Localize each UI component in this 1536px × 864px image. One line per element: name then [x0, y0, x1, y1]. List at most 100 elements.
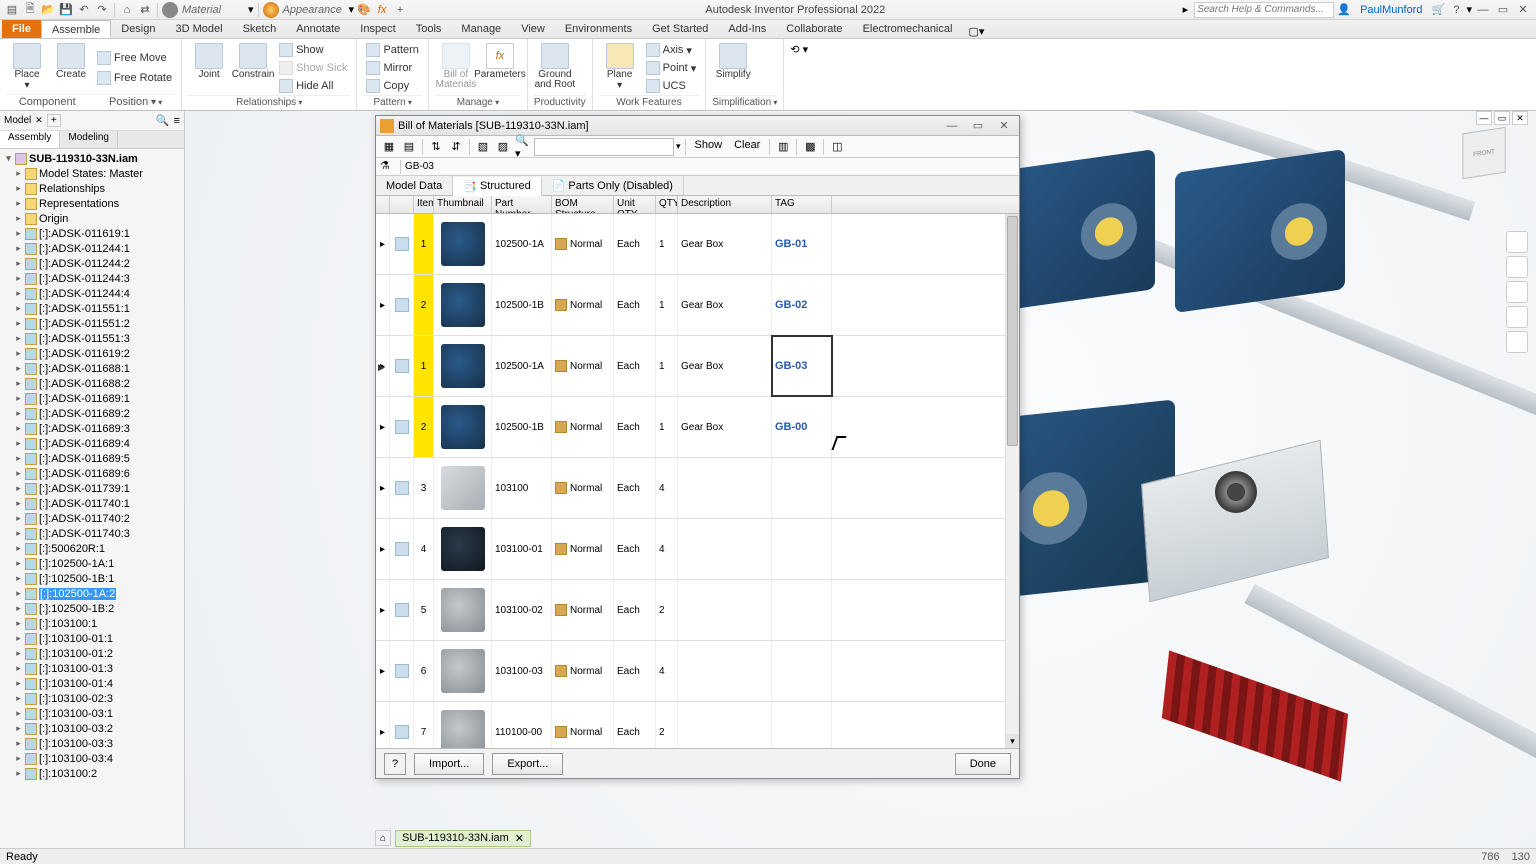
- document-tab[interactable]: SUB-119310-33N.iam✕: [395, 830, 531, 847]
- cell-description[interactable]: [678, 519, 772, 579]
- browser-mode-modeling[interactable]: Modeling: [60, 131, 118, 148]
- team-icon[interactable]: ⇄: [137, 2, 153, 18]
- cell-tag[interactable]: [772, 580, 832, 640]
- tree-node[interactable]: ▸[:]:ADSK-011740:2: [0, 511, 184, 526]
- cell-description[interactable]: [678, 641, 772, 701]
- open-icon[interactable]: 📂: [40, 2, 56, 18]
- row-expand-icon[interactable]: ▸: [376, 519, 390, 579]
- simplify-button[interactable]: Simplify: [712, 41, 754, 95]
- appearance-dropdown[interactable]: Appearance: [283, 4, 343, 16]
- cell-partnumber[interactable]: 102500-1A: [492, 214, 552, 274]
- bom-row[interactable]: ▸ 2 102500-1B Normal Each 1 Gear Box GB-…: [376, 275, 1005, 336]
- tree-node[interactable]: ▸[:]:102500-1B:2: [0, 601, 184, 616]
- tree-node[interactable]: ▸[:]:103100-01:4: [0, 676, 184, 691]
- bom-combo[interactable]: [534, 138, 674, 156]
- tree-node[interactable]: ▸[:]:500620R:1: [0, 541, 184, 556]
- row-expand-icon[interactable]: ▸: [376, 702, 390, 748]
- cell-item[interactable]: 1: [414, 214, 434, 274]
- tab-annotate[interactable]: Annotate: [286, 20, 350, 38]
- cell-tag[interactable]: GB-01: [772, 214, 832, 274]
- row-expand-icon[interactable]: ▸: [376, 214, 390, 274]
- tree-node[interactable]: ▸[:]:ADSK-011244:1: [0, 241, 184, 256]
- bom-button[interactable]: Bill of Materials: [435, 41, 477, 95]
- tab-design[interactable]: Design: [111, 20, 165, 38]
- bom-row[interactable]: ▸ 3 103100 Normal Each 4: [376, 458, 1005, 519]
- joint-button[interactable]: Joint: [188, 41, 230, 95]
- cell-bomstructure[interactable]: Normal: [552, 519, 614, 579]
- bom-find-icon[interactable]: 🔍▾: [514, 138, 532, 156]
- cell-item[interactable]: 4: [414, 519, 434, 579]
- material-icon[interactable]: [162, 2, 178, 18]
- save-icon[interactable]: 💾: [58, 2, 74, 18]
- cell-bomstructure[interactable]: Normal: [552, 397, 614, 457]
- row-expand-icon[interactable]: ▸: [376, 275, 390, 335]
- tree-node[interactable]: ▸[:]:ADSK-011688:1: [0, 361, 184, 376]
- user-icon[interactable]: 👤: [1336, 2, 1352, 18]
- tree-node[interactable]: ▸[:]:ADSK-011551:1: [0, 301, 184, 316]
- new-icon[interactable]: 🗎: [22, 2, 38, 18]
- bom-sort-asc-icon[interactable]: ⇅: [427, 138, 445, 156]
- tree-node[interactable]: ▸[:]:ADSK-011619:2: [0, 346, 184, 361]
- viewport[interactable]: — ▭ ✕ FRONT Bill of Materials [SUB-11931…: [185, 111, 1536, 848]
- col-item[interactable]: Item: [414, 196, 434, 213]
- help-icon[interactable]: ?: [1448, 2, 1464, 18]
- constrain-button[interactable]: Constrain: [232, 41, 274, 95]
- cell-bomstructure[interactable]: Normal: [552, 214, 614, 274]
- cell-description[interactable]: Gear Box: [678, 336, 772, 396]
- tree-node[interactable]: ▸[:]:ADSK-011689:1: [0, 391, 184, 406]
- col-thumbnail[interactable]: Thumbnail: [434, 196, 492, 213]
- cell-unitqty[interactable]: Each: [614, 458, 656, 518]
- bom-tab-partsonly[interactable]: 📄Parts Only (Disabled): [542, 176, 684, 195]
- minimize-button[interactable]: —: [1474, 4, 1492, 16]
- show-button[interactable]: Show: [276, 41, 350, 59]
- row-expand-icon[interactable]: ▸: [376, 397, 390, 457]
- bom-scrollbar[interactable]: ▴ ▾: [1005, 214, 1019, 748]
- nav-pan-icon[interactable]: [1506, 256, 1528, 278]
- mirror-button[interactable]: Mirror: [363, 59, 421, 77]
- col-partnumber[interactable]: Part Number: [492, 196, 552, 213]
- bom-import-button[interactable]: Import...: [414, 753, 484, 775]
- cart-icon[interactable]: 🛒: [1430, 2, 1446, 18]
- fx-icon[interactable]: fx: [374, 2, 390, 18]
- tree-node[interactable]: ▸[:]:103100-03:4: [0, 751, 184, 766]
- cell-qty[interactable]: 1: [656, 275, 678, 335]
- cell-item[interactable]: 7: [414, 702, 434, 748]
- model-tree[interactable]: ▾SUB-119310-33N.iam▸Model States: Master…: [0, 149, 184, 848]
- doc-close-icon[interactable]: ✕: [515, 832, 524, 845]
- bom-maximize-button[interactable]: ▭: [967, 119, 989, 132]
- col-description[interactable]: Description: [678, 196, 772, 213]
- bom-help-button[interactable]: ?: [384, 753, 406, 775]
- bom-tab-structured[interactable]: 📑Structured: [453, 177, 541, 196]
- tree-root[interactable]: ▾SUB-119310-33N.iam: [0, 151, 184, 166]
- tree-folder[interactable]: ▸Representations: [0, 196, 184, 211]
- tree-node[interactable]: ▸[:]:103100-03:2: [0, 721, 184, 736]
- create-button[interactable]: Create: [50, 41, 92, 94]
- col-bomstructure[interactable]: BOM Structure: [552, 196, 614, 213]
- cell-partnumber[interactable]: 102500-1B: [492, 275, 552, 335]
- tree-node[interactable]: ▸[:]:ADSK-011689:4: [0, 436, 184, 451]
- place-button[interactable]: Place▾: [6, 41, 48, 94]
- bom-filter-value[interactable]: GB-03: [405, 161, 434, 172]
- panel-manage-label[interactable]: Manage: [435, 95, 521, 108]
- hide-all-button[interactable]: Hide All: [276, 77, 350, 95]
- tree-node[interactable]: ▸[:]:103100:1: [0, 616, 184, 631]
- cell-tag[interactable]: GB-02: [772, 275, 832, 335]
- cell-bomstructure[interactable]: Normal: [552, 458, 614, 518]
- bom-clear-button[interactable]: Clear: [729, 138, 765, 156]
- reset-icon[interactable]: ⟲ ▾: [790, 43, 808, 56]
- tab-tools[interactable]: Tools: [406, 20, 452, 38]
- nav-orbit-icon[interactable]: [1506, 306, 1528, 328]
- cell-item[interactable]: 6: [414, 641, 434, 701]
- cell-bomstructure[interactable]: Normal: [552, 275, 614, 335]
- cell-unitqty[interactable]: Each: [614, 214, 656, 274]
- cell-description[interactable]: [678, 580, 772, 640]
- add-icon[interactable]: +: [392, 2, 408, 18]
- bom-tool-6-icon[interactable]: ▨: [494, 138, 512, 156]
- user-name[interactable]: PaulMunford: [1360, 4, 1422, 16]
- cell-qty[interactable]: 4: [656, 519, 678, 579]
- close-button[interactable]: ✕: [1514, 3, 1532, 16]
- tab-environments[interactable]: Environments: [555, 20, 642, 38]
- free-move-button[interactable]: Free Move: [94, 49, 175, 67]
- cell-qty[interactable]: 1: [656, 214, 678, 274]
- tree-node[interactable]: ▸[:]:103100:2: [0, 766, 184, 781]
